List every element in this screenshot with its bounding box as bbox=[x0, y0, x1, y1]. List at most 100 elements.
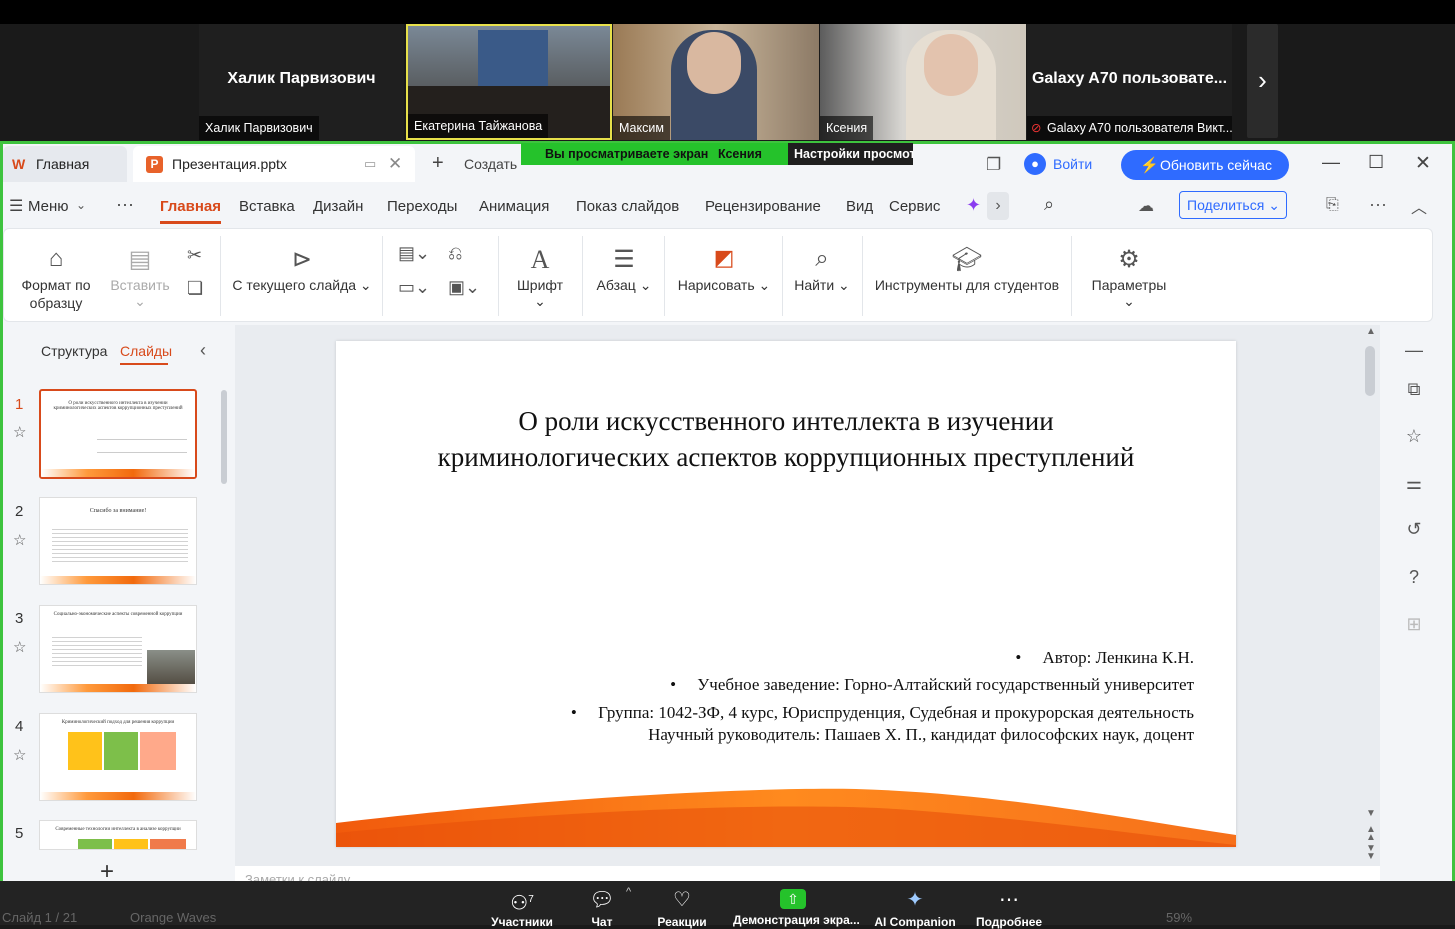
slide-body[interactable]: • Автор: Ленкина К.Н. • Учебное заведени… bbox=[414, 644, 1194, 746]
copy-icon[interactable]: ❏ bbox=[187, 278, 203, 299]
font-button[interactable]: A Шрифт ⌄ bbox=[510, 245, 570, 310]
tab-design[interactable]: Дизайн bbox=[313, 196, 363, 218]
tab-main[interactable]: Главная bbox=[160, 196, 221, 218]
search-icon[interactable]: ⌕ bbox=[1044, 194, 1054, 215]
from-current-slide-button[interactable]: ⊳ С текущего слайда ⌄ bbox=[232, 245, 372, 294]
star-icon[interactable]: ☆ bbox=[13, 638, 26, 656]
video-tile-2[interactable]: Екатерина Тайжанова bbox=[406, 24, 612, 140]
new-slide-icon[interactable]: ▤⌄ bbox=[398, 243, 430, 264]
settings-sliders-icon[interactable]: ⚌ bbox=[1403, 472, 1425, 494]
tab-file-label: Презентация.pptx bbox=[172, 156, 287, 172]
tab-insert[interactable]: Вставка bbox=[239, 196, 295, 218]
prev-slide-icon[interactable]: ▲ ▲ bbox=[1366, 825, 1376, 843]
share-screen-icon: ⇧ bbox=[780, 889, 806, 909]
find-button[interactable]: ⌕ Найти ⌄ bbox=[794, 245, 850, 294]
tab-slideshow[interactable]: Показ слайдов bbox=[576, 196, 679, 218]
params-button[interactable]: ⚙ Параметры ⌄ bbox=[1084, 245, 1174, 310]
grid-icon[interactable]: ⊞ bbox=[1403, 613, 1425, 635]
font-icon: A bbox=[530, 245, 550, 274]
format-painter-button[interactable]: ⌂ Формат по образцу bbox=[16, 245, 96, 311]
reactions-button[interactable]: ♡ Реакции bbox=[622, 881, 742, 929]
reset-slide-icon[interactable]: ⎌ bbox=[448, 243, 462, 264]
minus-icon[interactable]: — bbox=[1403, 339, 1425, 361]
paragraph-button[interactable]: ☰ Абзац ⌄ bbox=[594, 245, 654, 294]
thumb-box bbox=[68, 732, 102, 770]
view-settings-button[interactable]: Настройки просмотра bbox=[788, 143, 913, 165]
plus-icon[interactable]: + bbox=[432, 152, 444, 175]
ai-sparkle-icon[interactable]: ✦ bbox=[966, 195, 981, 216]
slide-thumb-1[interactable]: О роли искусственного интеллекта в изуче… bbox=[39, 389, 197, 479]
slide-number: 4 bbox=[15, 718, 24, 735]
slide-title[interactable]: О роли искусственного интеллекта в изуче… bbox=[336, 403, 1236, 475]
star-icon[interactable]: ☆ bbox=[13, 423, 26, 441]
tab-transitions[interactable]: Переходы bbox=[387, 196, 457, 218]
tab-view[interactable]: Вид bbox=[846, 196, 873, 218]
tab-slides[interactable]: Слайды bbox=[120, 343, 172, 359]
hamburger-icon[interactable]: ☰ bbox=[9, 196, 23, 216]
layout-icon[interactable]: ⎘ bbox=[1326, 196, 1339, 214]
create-button[interactable]: Создать bbox=[464, 146, 517, 182]
help-icon[interactable]: ? bbox=[1403, 566, 1425, 588]
slide-number: 3 bbox=[15, 610, 24, 627]
cut-icon[interactable]: ✂ bbox=[187, 245, 202, 266]
menu-button[interactable]: Меню bbox=[28, 196, 69, 218]
advisor-text: Научный руководитель: Пашаев Х. П., канд… bbox=[648, 725, 1194, 744]
window-tabs-icon[interactable]: ❐ bbox=[986, 155, 1001, 175]
draw-label: Нарисовать bbox=[677, 277, 755, 293]
paste-button[interactable]: ▤ Вставить ⌄ bbox=[104, 245, 176, 310]
format-painter-label-1: Формат по bbox=[21, 277, 91, 293]
slide-thumb-2[interactable]: Спасибо за внимание! bbox=[39, 497, 197, 585]
comments-icon[interactable]: ⧉ bbox=[1403, 378, 1425, 400]
next-page-icon[interactable]: › bbox=[1247, 24, 1278, 138]
tab-tools[interactable]: Сервис bbox=[889, 196, 940, 218]
star-icon[interactable]: ☆ bbox=[1403, 425, 1425, 447]
close-window-icon[interactable]: ✕ bbox=[1415, 152, 1431, 175]
login-button[interactable]: Войти bbox=[1053, 146, 1092, 182]
cloud-icon[interactable]: ☁ bbox=[1138, 196, 1154, 216]
tab-home-label: Главная bbox=[36, 156, 90, 172]
video-tile-5[interactable]: Galaxy A70 пользовате... ⊘ Galaxy A70 пол… bbox=[1027, 24, 1232, 140]
separator bbox=[664, 236, 665, 316]
more-button[interactable]: ⋯ Подробнее bbox=[949, 881, 1069, 929]
slide-thumb-5[interactable]: Современные технологии интеллекта в анал… bbox=[39, 820, 197, 850]
video-tile-3[interactable]: Максим bbox=[613, 24, 819, 140]
next-slide-icon[interactable]: ▼ ▼ bbox=[1366, 844, 1376, 862]
monitor-icon[interactable]: ▭ bbox=[364, 156, 376, 172]
share-screen-button[interactable]: ⇧ Демонстрация экра... bbox=[733, 881, 860, 927]
maximize-icon[interactable]: ☐ bbox=[1368, 152, 1384, 173]
layout-slide-icon[interactable]: ▭⌄ bbox=[398, 277, 430, 298]
student-tools-button[interactable]: 🎓︎ Инструменты для студентов bbox=[874, 245, 1060, 293]
collapse-ribbon-icon[interactable]: ︿ bbox=[1411, 194, 1427, 218]
share-doc-button[interactable]: Поделиться ⌄ bbox=[1179, 191, 1287, 219]
more-icon[interactable]: ··· bbox=[116, 194, 134, 215]
star-icon[interactable]: ☆ bbox=[13, 531, 26, 549]
more-options-icon[interactable]: ··· bbox=[1369, 194, 1387, 215]
slide[interactable]: О роли искусственного интеллекта в изуче… bbox=[336, 341, 1236, 847]
close-tab-icon[interactable]: ✕ bbox=[388, 154, 402, 174]
star-icon[interactable]: ☆ bbox=[13, 746, 26, 764]
zoom-level[interactable]: 59% bbox=[1166, 910, 1192, 925]
collapse-panel-icon[interactable]: ‹ bbox=[200, 340, 206, 361]
draw-button[interactable]: ◩ Нарисовать ⌄ bbox=[676, 245, 772, 294]
tab-review[interactable]: Рецензирование bbox=[705, 196, 821, 218]
slide-thumb-4[interactable]: Криминологический подход для решения кор… bbox=[39, 713, 197, 801]
scroll-down-icon[interactable]: ▼ bbox=[1366, 808, 1376, 819]
slide-thumb-3[interactable]: Социально-экономические аспекты современ… bbox=[39, 605, 197, 693]
panel-scrollbar[interactable] bbox=[221, 390, 227, 484]
scroll-tabs-icon[interactable]: › bbox=[987, 192, 1009, 220]
thumb-wave bbox=[40, 684, 196, 692]
minimize-icon[interactable]: — bbox=[1322, 152, 1340, 173]
thumb-box bbox=[78, 839, 112, 849]
user-icon[interactable]: ● bbox=[1024, 153, 1046, 175]
canvas-scrollbar[interactable] bbox=[1365, 346, 1375, 396]
slide-count: Слайд 1 / 21 bbox=[2, 910, 78, 925]
participant-label: Максим bbox=[613, 116, 670, 140]
video-tile-1[interactable]: Халик Парвизович Халик Парвизович bbox=[199, 24, 404, 140]
tab-structure[interactable]: Структура bbox=[41, 343, 107, 359]
notes-area[interactable]: Заметки к слайду bbox=[235, 866, 1380, 881]
section-icon[interactable]: ▣⌄ bbox=[448, 277, 480, 298]
history-icon[interactable]: ↺ bbox=[1403, 518, 1425, 540]
tab-animation[interactable]: Анимация bbox=[479, 196, 549, 218]
video-tile-4[interactable]: Ксения bbox=[820, 24, 1026, 140]
scroll-up-icon[interactable]: ▲ bbox=[1366, 326, 1376, 337]
